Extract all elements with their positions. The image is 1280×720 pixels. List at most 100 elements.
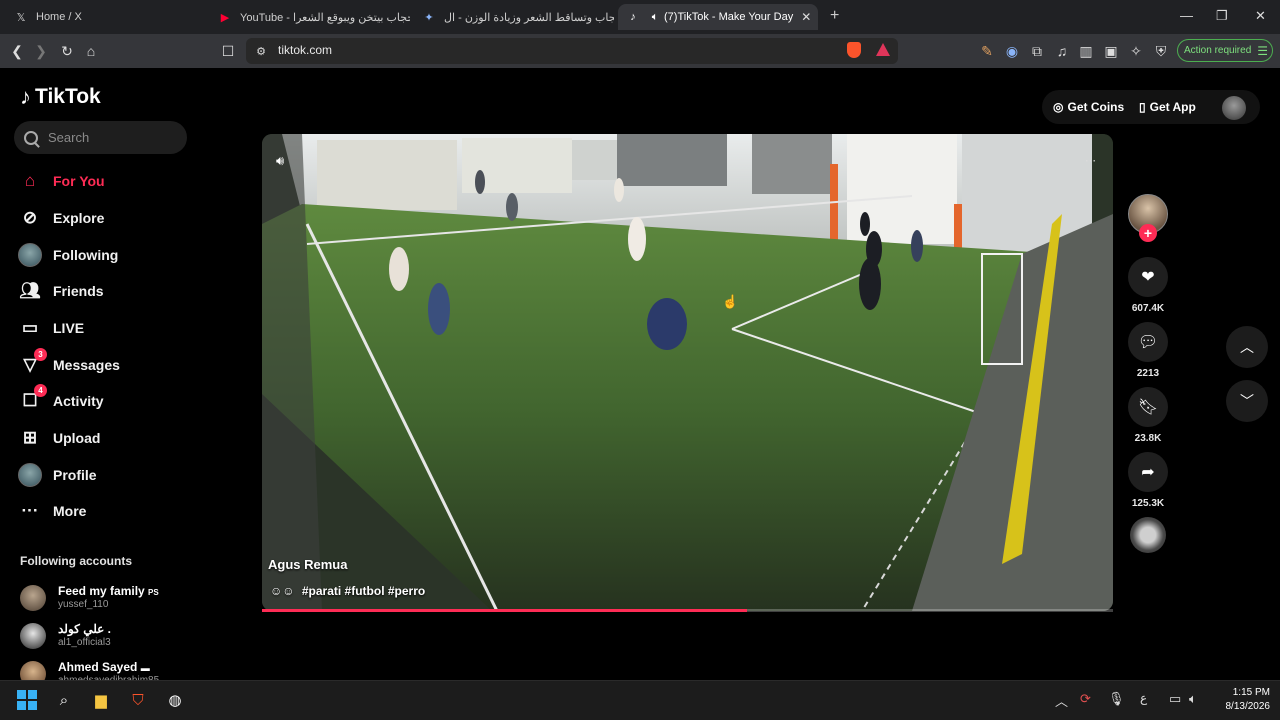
- heart-icon: ❤: [1141, 269, 1155, 286]
- more-options-icon[interactable]: ⋯: [1085, 154, 1096, 167]
- start-button[interactable]: [15, 688, 39, 712]
- comment-icon: 💬︎: [1137, 334, 1159, 351]
- microphone-icon[interactable]: 🎙︎: [1108, 691, 1125, 707]
- reload-icon[interactable]: ↻: [58, 42, 76, 60]
- screen: 𝕏 Home / X ▶ YouTube - الحجاب بيتخن ويبو…: [0, 0, 1280, 720]
- tab-x[interactable]: 𝕏 Home / X: [6, 4, 206, 30]
- speaker-icon[interactable]: 🔈︎: [648, 10, 662, 24]
- language-indicator[interactable]: ع: [1140, 691, 1147, 705]
- search-taskbar-icon[interactable]: ⌕: [52, 688, 76, 712]
- restore-icon[interactable]: ❐: [1216, 8, 1228, 24]
- music-icon[interactable]: ♫: [1053, 42, 1071, 60]
- search-input[interactable]: [48, 130, 178, 145]
- nav-live[interactable]: ▭ LIVE: [18, 313, 198, 343]
- volume-icon[interactable]: 🔊︎: [276, 153, 284, 169]
- tray-chevron-icon[interactable]: ︿: [1055, 691, 1068, 710]
- extensions-icon[interactable]: ⧉: [1028, 42, 1046, 60]
- account-name-text: Feed my family: [58, 584, 145, 598]
- brave-rewards-icon[interactable]: [876, 43, 890, 56]
- more-dots-icon: ···: [21, 501, 39, 520]
- minimize-icon[interactable]: —: [1180, 8, 1193, 23]
- nav-activity[interactable]: ☐ 4 Activity: [18, 384, 198, 416]
- pencil-extension-icon[interactable]: ✎: [978, 42, 996, 60]
- app-icon[interactable]: ◍: [163, 688, 187, 712]
- following-account-item[interactable]: Feed my family PS yussef_110: [20, 584, 220, 616]
- forward-icon[interactable]: ❯: [32, 42, 50, 60]
- nav-label: For You: [53, 173, 105, 189]
- clock[interactable]: 1:15 PM 8/13/2026: [1200, 686, 1271, 714]
- nav-profile[interactable]: Profile: [18, 460, 198, 490]
- video-player[interactable]: [262, 134, 1113, 611]
- previous-video-button[interactable]: ︿: [1226, 326, 1268, 368]
- video-caption-text[interactable]: #parati #futbol #perro: [302, 584, 425, 598]
- video-progress-bar[interactable]: [262, 609, 1113, 612]
- clock-time: 1:15 PM: [1232, 687, 1270, 698]
- compass-icon: ⊘: [22, 208, 38, 227]
- profile-avatar-icon: [18, 463, 42, 487]
- new-tab-icon[interactable]: +: [830, 7, 839, 25]
- save-button[interactable]: 🔖︎: [1128, 387, 1168, 427]
- action-required-label: Action required: [1184, 45, 1252, 56]
- user-avatar[interactable]: [1222, 96, 1246, 120]
- live-tv-icon: ▭: [21, 318, 39, 337]
- leo-ai-icon[interactable]: ✧: [1127, 42, 1145, 60]
- brave-browser-icon[interactable]: ⛉: [126, 688, 150, 712]
- network-icon[interactable]: ▭: [1169, 691, 1181, 707]
- search-icon: [24, 130, 38, 145]
- nav-following[interactable]: Following: [18, 240, 198, 270]
- home-icon[interactable]: ⌂: [82, 42, 100, 60]
- windows-logo-icon: [17, 690, 37, 710]
- bookmark-icon: 🔖︎: [1137, 399, 1159, 416]
- tab-youtube[interactable]: ▶ YouTube - الحجاب بيتخن ويبوقع الشعرا: [210, 4, 410, 30]
- tab-gemini[interactable]: ✦ الحجاب وتساقط الشعر وزيادة الوزن - ال: [414, 4, 614, 30]
- sidebar-icon[interactable]: ▥: [1077, 42, 1095, 60]
- file-explorer-icon[interactable]: ▆: [89, 688, 113, 712]
- tab-title: Home / X: [36, 11, 82, 23]
- comment-button[interactable]: 💬︎: [1128, 322, 1168, 362]
- video-author[interactable]: Agus Remua: [268, 557, 347, 572]
- like-count: 607.4K: [1131, 303, 1165, 314]
- friends-icon: 👥︎: [19, 281, 41, 300]
- search-box[interactable]: [14, 121, 187, 154]
- account-name: علي كولد .: [58, 622, 112, 636]
- like-button[interactable]: ❤: [1128, 257, 1168, 297]
- get-app-button[interactable]: ▯ Get App: [1139, 92, 1196, 122]
- share-button[interactable]: ➦: [1128, 452, 1168, 492]
- nav-label: LIVE: [53, 320, 85, 336]
- emoji-icon: ☺☺: [270, 584, 295, 598]
- get-coins-button[interactable]: ◎ Get Coins: [1053, 92, 1124, 122]
- brave-shields-icon[interactable]: [847, 42, 861, 58]
- sync-icon[interactable]: ⟳: [1080, 691, 1091, 707]
- tiktok-note-icon: ♪: [20, 84, 31, 109]
- nav-explore[interactable]: ⊘ Explore: [18, 203, 198, 233]
- url-text[interactable]: tiktok.com: [278, 43, 332, 57]
- back-icon[interactable]: ❮: [8, 42, 26, 60]
- account-name: Feed my family PS: [58, 584, 159, 598]
- nav-for-you[interactable]: ⌂ For You: [18, 166, 198, 196]
- close-tab-icon[interactable]: ✕: [793, 10, 811, 24]
- nav-friends[interactable]: 👥︎ Friends: [18, 276, 198, 306]
- sound-disc-icon[interactable]: [1130, 517, 1166, 553]
- extension-circle-icon[interactable]: ◉: [1003, 42, 1021, 60]
- coin-icon: ◎: [1053, 100, 1064, 114]
- phone-icon: ▯: [1139, 100, 1146, 114]
- vpn-shield-icon[interactable]: ⛨: [1152, 42, 1170, 60]
- close-window-icon[interactable]: ✕: [1255, 8, 1266, 24]
- tiktok-logo[interactable]: ♪ TikTok: [20, 84, 101, 110]
- nav-upload[interactable]: ⊞ Upload: [18, 423, 198, 453]
- nav-more[interactable]: ··· More: [18, 496, 198, 526]
- messages-badge: 3: [34, 348, 47, 361]
- site-info-icon[interactable]: ⚙: [252, 42, 270, 60]
- share-arrow-icon: ➦: [1141, 464, 1155, 481]
- wallet-icon[interactable]: ▣: [1102, 42, 1120, 60]
- following-account-item[interactable]: علي كولد . al1_official3: [20, 622, 220, 654]
- tab-tiktok[interactable]: ♪ 🔈︎ (7)TikTok - Make Your Day ✕: [618, 4, 818, 30]
- next-video-button[interactable]: ﹀: [1226, 380, 1268, 422]
- nav-messages[interactable]: ▽ 3 Messages: [18, 348, 198, 380]
- action-required-button[interactable]: Action required ☰: [1177, 39, 1273, 62]
- speaker-tray-icon[interactable]: 🔈︎: [1189, 691, 1197, 707]
- follow-plus-icon[interactable]: +: [1139, 224, 1157, 242]
- bookmark-icon[interactable]: ☐: [219, 42, 237, 60]
- tab-title: YouTube - الحجاب بيتخن ويبوقع الشعرا: [240, 11, 410, 24]
- address-bar[interactable]: [246, 38, 898, 64]
